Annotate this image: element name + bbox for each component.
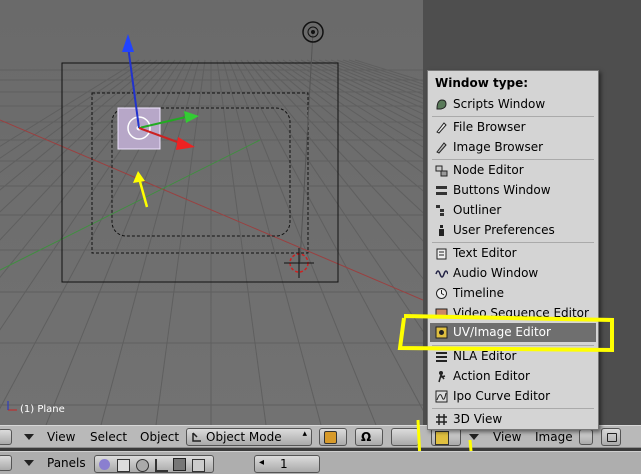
manipulator-select[interactable]	[391, 428, 419, 446]
file-browser-icon	[436, 122, 447, 134]
buttons-window-icon	[436, 186, 447, 195]
image-browse-button[interactable]	[579, 429, 593, 445]
uv-image-editor-icon	[435, 326, 448, 339]
menu-item-video-sequence-editor[interactable]: Video Sequence Editor	[430, 304, 596, 323]
window-type-menu: Window type: Scripts Window File Browser…	[427, 70, 599, 430]
menu-item-image-browser[interactable]: Image Browser	[430, 138, 596, 157]
updown-icon: ▴	[302, 429, 307, 439]
outliner-icon	[436, 205, 444, 216]
window-type-button-buttons[interactable]	[0, 455, 12, 471]
menu-item-user-preferences[interactable]: User Preferences	[430, 221, 596, 240]
menu-item-timeline[interactable]: Timeline	[430, 284, 596, 303]
shading-context-icon[interactable]	[136, 459, 149, 472]
menu-item-audio-window[interactable]: Audio Window	[430, 264, 596, 283]
context-buttons-group	[94, 455, 214, 473]
shading-select[interactable]	[319, 428, 347, 446]
image-browser-icon	[436, 142, 447, 154]
object-mode-icon	[192, 432, 201, 442]
menu-select[interactable]: Select	[90, 430, 127, 444]
pivot-select[interactable]: Ω	[355, 428, 383, 446]
pivot-icon: Ω	[361, 430, 372, 444]
menu-item-text-editor[interactable]: Text Editor	[430, 244, 596, 263]
timeline-icon	[436, 288, 447, 299]
scene-context-icon[interactable]	[192, 459, 205, 472]
menu-item-scripts-window[interactable]: Scripts Window	[430, 95, 596, 114]
menu-item-buttons-window[interactable]: Buttons Window	[430, 181, 596, 200]
lock-button[interactable]	[601, 428, 621, 446]
video-sequence-icon	[435, 308, 448, 319]
ipo-curve-icon	[435, 390, 448, 403]
logic-icon[interactable]	[99, 459, 110, 470]
mode-select[interactable]: Object Mode ▴	[186, 428, 312, 446]
script-icon[interactable]	[117, 459, 130, 472]
nla-editor-icon	[436, 352, 447, 362]
scripts-icon	[436, 99, 447, 110]
window-type-button[interactable]	[431, 428, 461, 446]
viewport-scene	[0, 0, 423, 425]
3d-view-header: View Select Object Object Mode ▴ Ω	[0, 425, 423, 448]
panels-label: Panels	[47, 456, 86, 470]
menu-item-outliner[interactable]: Outliner	[430, 201, 596, 220]
shading-icon	[324, 431, 337, 444]
collapse-menu-triangle[interactable]	[469, 434, 479, 440]
menu-view[interactable]: View	[493, 430, 521, 444]
menu-title: Window type:	[435, 76, 529, 90]
editing-context-icon[interactable]	[173, 458, 186, 471]
buttons-window-header: Panels ◂ 1	[0, 451, 641, 474]
object-context-icon[interactable]	[155, 459, 168, 472]
menu-item-nla-editor[interactable]: NLA Editor	[430, 347, 596, 366]
text-editor-icon	[436, 248, 447, 260]
menu-image[interactable]: Image	[535, 430, 573, 444]
menu-object[interactable]: Object	[140, 430, 179, 444]
audio-window-icon	[435, 270, 448, 278]
menu-item-node-editor[interactable]: Node Editor	[430, 161, 596, 180]
menu-view[interactable]: View	[47, 430, 75, 444]
mode-select-value: Object Mode	[206, 430, 282, 444]
window-type-button-3d[interactable]	[0, 429, 12, 445]
menu-item-action-editor[interactable]: Action Editor	[430, 367, 596, 386]
lock-icon	[607, 433, 617, 442]
menu-item-ipo-curve-editor[interactable]: Ipo Curve Editor	[430, 387, 596, 406]
uv-image-editor-icon	[435, 431, 449, 445]
3d-view-icon	[436, 414, 447, 425]
action-editor-icon	[438, 371, 446, 383]
decrement-arrow-icon[interactable]: ◂	[259, 457, 264, 468]
menu-item-file-browser[interactable]: File Browser	[430, 118, 596, 137]
collapse-menu-triangle[interactable]	[24, 434, 34, 440]
user-preferences-icon	[439, 225, 444, 236]
frame-field[interactable]: ◂ 1	[254, 455, 320, 473]
object-name-label: (1) Plane	[20, 404, 65, 415]
menu-item-uv-image-editor[interactable]: UV/Image Editor	[430, 323, 596, 342]
frame-value: 1	[280, 457, 288, 471]
menu-item-3d-view[interactable]: 3D View	[430, 410, 596, 429]
collapse-menu-triangle[interactable]	[24, 460, 34, 466]
3d-viewport[interactable]: (1) Plane	[0, 0, 423, 425]
node-editor-icon	[435, 165, 448, 177]
